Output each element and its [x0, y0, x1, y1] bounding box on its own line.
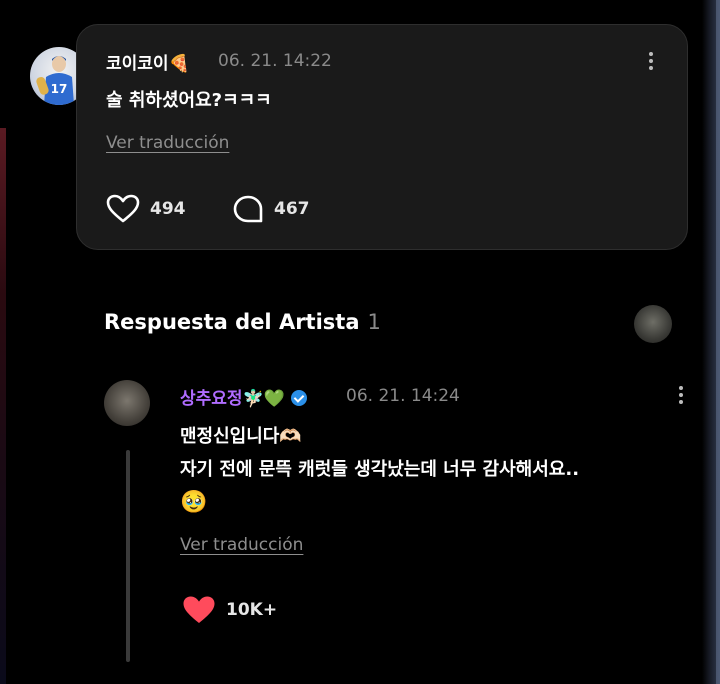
artist-reply-header: Respuesta del Artista 1 — [104, 310, 381, 334]
artist-avatar[interactable] — [104, 380, 150, 426]
heart-icon — [106, 194, 140, 223]
like-count: 494 — [150, 199, 186, 219]
artist-mini-avatar[interactable] — [634, 305, 672, 343]
commenter-username[interactable]: 코이코이🍕 — [106, 49, 190, 74]
reply-line-2: 자기 전에 문뜩 캐럿들 생각났는데 너무 감사해서요.. — [180, 459, 580, 480]
reply-timestamp: 06. 21. 14:24 — [346, 386, 460, 406]
jersey-number: 17 — [51, 82, 68, 96]
translate-link[interactable]: Ver traducción — [106, 133, 229, 153]
reply-like-button[interactable]: 10K+ — [182, 595, 277, 625]
verified-badge-icon — [290, 390, 307, 406]
heart-icon — [183, 596, 215, 623]
reply-line-1: 맨정신입니다🫶🏻 — [180, 426, 302, 447]
background-edge-right-highlight — [716, 0, 720, 684]
comment-bubble-icon — [233, 195, 263, 223]
reply-like-count: 10K+ — [226, 600, 278, 620]
background-edge-left — [0, 128, 6, 684]
comment-reply-button[interactable]: 467 — [232, 194, 310, 224]
comment-like-button[interactable]: 494 — [106, 194, 186, 224]
section-title: Respuesta del Artista — [104, 310, 360, 334]
comment-timestamp: 06. 21. 14:22 — [218, 51, 332, 71]
thread-line — [126, 450, 130, 662]
reply-count: 467 — [274, 199, 310, 219]
reply-line-3: 🥹 — [180, 490, 208, 515]
comment-text: 술 취하셨어요?ㅋㅋㅋ — [106, 90, 272, 111]
more-vertical-icon[interactable] — [678, 386, 684, 407]
artist-username-text: 상추요정🧚🏻‍♂️💚 — [180, 389, 285, 409]
artist-username[interactable]: 상추요정🧚🏻‍♂️💚 — [180, 384, 307, 409]
more-vertical-icon[interactable] — [648, 52, 654, 73]
section-count: 1 — [367, 310, 381, 334]
reply-translate-link[interactable]: Ver traducción — [180, 535, 303, 555]
